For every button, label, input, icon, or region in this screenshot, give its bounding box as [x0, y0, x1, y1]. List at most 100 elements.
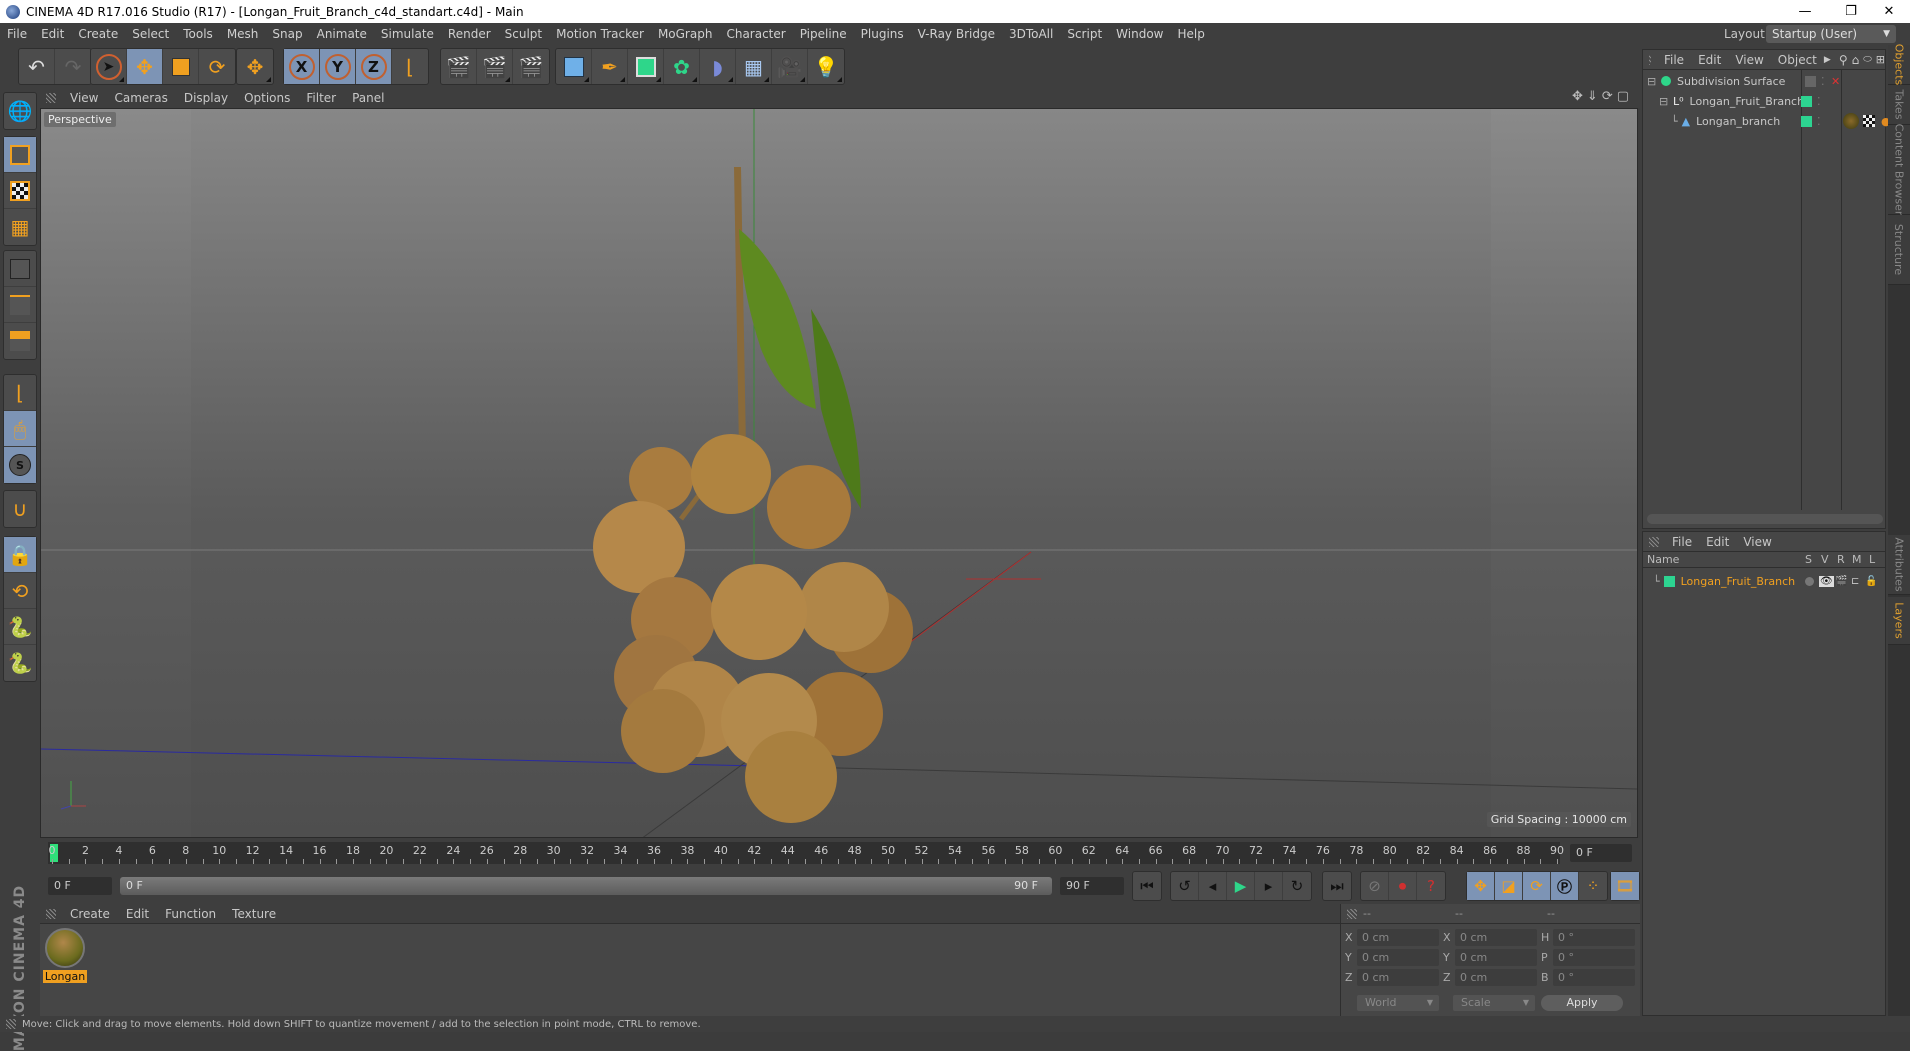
solo-dot-icon[interactable] [1805, 576, 1814, 586]
timeline-window-button[interactable]: 🎞 [1611, 872, 1639, 900]
material-menu-create[interactable]: Create [62, 907, 118, 921]
prev-frame-button[interactable]: ◂ [1199, 872, 1227, 900]
new-view-icon[interactable]: ⊞ [1876, 53, 1885, 66]
z-axis-button[interactable]: Z [356, 49, 392, 84]
menu-select[interactable]: Select [125, 27, 176, 41]
snap-button[interactable]: ∪ [4, 491, 36, 527]
y-axis-button[interactable]: Y [320, 49, 356, 84]
object-row[interactable]: ⊟ Subdivision Surface ⁚ ✕ [1647, 72, 1840, 90]
layer-row[interactable]: └ Longan_Fruit_Branch 👁 🎬 ⊏ 🔓 [1653, 572, 1883, 590]
menu-motion-tracker[interactable]: Motion Tracker [549, 27, 651, 41]
menu-mograph[interactable]: MoGraph [651, 27, 720, 41]
collapse-icon[interactable]: ⊟ [1659, 95, 1669, 108]
size-x-field[interactable]: 0 cm [1455, 928, 1537, 946]
render-settings-button[interactable]: 🎬 [513, 49, 549, 84]
key-pla-button[interactable]: ⁘ [1579, 872, 1607, 900]
menu-mesh[interactable]: Mesh [220, 27, 266, 41]
menu-script[interactable]: Script [1060, 27, 1109, 41]
orbit-icon[interactable]: ⟳ [1602, 89, 1613, 104]
viewport-menu-panel[interactable]: Panel [344, 91, 392, 105]
deformer-button[interactable]: ◗ [700, 49, 736, 84]
apply-button[interactable]: Apply [1541, 995, 1623, 1011]
key-scale-button[interactable]: ◪ [1495, 872, 1523, 900]
dolly-icon[interactable]: ⇓ [1587, 89, 1598, 104]
key-rotation-button[interactable]: ⟳ [1523, 872, 1551, 900]
undo-button[interactable]: ↶ [19, 49, 55, 84]
menu-character[interactable]: Character [719, 27, 792, 41]
size-mode-dropdown[interactable]: Scale ▼ [1453, 995, 1535, 1011]
menu-snap[interactable]: Snap [265, 27, 309, 41]
last-tool-button[interactable]: ✥ [237, 49, 273, 84]
col-locked[interactable]: L [1869, 553, 1875, 566]
rot-p-field[interactable]: 0 ° [1553, 948, 1635, 966]
planar-workplane-button[interactable]: ⟲ [4, 573, 36, 609]
material-menu-edit[interactable]: Edit [118, 907, 157, 921]
cloner-button[interactable]: ✿ [664, 49, 700, 84]
material-tag-icon[interactable] [1843, 113, 1859, 129]
layout-dropdown[interactable]: Startup (User) ▼ [1766, 25, 1896, 43]
collapse-icon[interactable]: ⊟ [1647, 75, 1657, 88]
visibility-dots-icon[interactable]: ⁚ [1821, 75, 1825, 88]
col-manager[interactable]: M [1852, 553, 1862, 566]
menu-window[interactable]: Window [1109, 27, 1170, 41]
locked-workplane-button[interactable]: 🔒 [4, 537, 36, 573]
axis-mode-button[interactable]: ⌊ [4, 375, 36, 411]
generator-toggle-icon[interactable] [1805, 75, 1816, 87]
polygons-mode-button[interactable] [4, 323, 36, 359]
search-icon[interactable]: ⚲ [1839, 53, 1848, 67]
current-frame-field[interactable]: 0 F [1570, 844, 1632, 862]
timeline-ruler[interactable]: 0 2 4 6 8 10 12 14 16 18 20 22 24 26 28 30 32 34 36 38 40 42 4… [48, 842, 1564, 864]
menu-create[interactable]: Create [71, 27, 125, 41]
horizontal-scrollbar[interactable] [1647, 514, 1883, 524]
motion-path-button[interactable]: ⊘ [1361, 872, 1389, 900]
make-editable-button[interactable]: 🌐 [4, 93, 36, 129]
object-menu-file[interactable]: File [1657, 53, 1691, 67]
layer-color-icon[interactable] [1801, 115, 1812, 127]
key-position-button[interactable]: ✥ [1467, 872, 1495, 900]
size-y-field[interactable]: 0 cm [1455, 948, 1537, 966]
goto-start-button[interactable]: ⏮ [1133, 872, 1161, 900]
material-swatch[interactable]: Longan [42, 928, 88, 983]
render-view-button[interactable]: 🎬 [441, 49, 477, 84]
menu-pipeline[interactable]: Pipeline [793, 27, 854, 41]
cube-button[interactable] [556, 49, 592, 84]
menu-tools[interactable]: Tools [176, 27, 220, 41]
coordinate-system-button[interactable]: ⌊ [392, 49, 428, 84]
points-mode-button[interactable] [4, 251, 36, 287]
texture-mode-button[interactable] [4, 173, 36, 209]
object-menu-view[interactable]: View [1728, 53, 1770, 67]
viewport-menu-view[interactable]: View [62, 91, 106, 105]
object-row[interactable]: └ ▲ Longan_branch ⁚ ● [1671, 112, 1891, 130]
menu-plugins[interactable]: Plugins [854, 27, 911, 41]
object-row[interactable]: ⊟ L⁰ Longan_Fruit_Branch ⁚ [1659, 92, 1821, 110]
tab-takes[interactable]: Takes [1888, 85, 1910, 125]
range-slider[interactable]: 0 F 90 F [120, 877, 1052, 895]
tab-objects[interactable]: Objects [1888, 44, 1910, 85]
home-icon[interactable]: ⌂ [1852, 53, 1860, 67]
manager-tree-icon[interactable]: ⊏ [1851, 576, 1859, 587]
object-menu-edit[interactable]: Edit [1691, 53, 1728, 67]
tab-layers[interactable]: Layers [1888, 597, 1910, 645]
pos-x-field[interactable]: 0 cm [1357, 928, 1439, 946]
visibility-dots-icon[interactable]: ⁚ [1817, 115, 1821, 128]
rotate-button[interactable]: ⟳ [199, 49, 235, 84]
edges-mode-button[interactable] [4, 287, 36, 323]
size-z-field[interactable]: 0 cm [1455, 968, 1537, 986]
floor-button[interactable]: ▦ [736, 49, 772, 84]
object-menu-object[interactable]: Object [1771, 53, 1824, 67]
menu-animate[interactable]: Animate [310, 27, 374, 41]
eye-icon[interactable]: 👁 [1819, 575, 1834, 587]
subdivision-surface-button[interactable] [628, 49, 664, 84]
prev-key-button[interactable]: ↺ [1171, 872, 1199, 900]
pen-button[interactable]: ✒ [592, 49, 628, 84]
live-selection-button[interactable]: ➤ [91, 49, 127, 84]
pos-y-field[interactable]: 0 cm [1357, 948, 1439, 966]
uvw-tag-icon[interactable] [1863, 115, 1875, 127]
tweak-mode-button[interactable]: 🖱 [4, 411, 36, 447]
menu-render[interactable]: Render [441, 27, 498, 41]
menu-edit[interactable]: Edit [34, 27, 71, 41]
layer-menu-view[interactable]: View [1736, 535, 1778, 549]
goto-end-button[interactable]: ⏭ [1323, 872, 1351, 900]
move-button[interactable]: ✥ [127, 49, 163, 84]
redo-button[interactable]: ↷ [55, 49, 91, 84]
